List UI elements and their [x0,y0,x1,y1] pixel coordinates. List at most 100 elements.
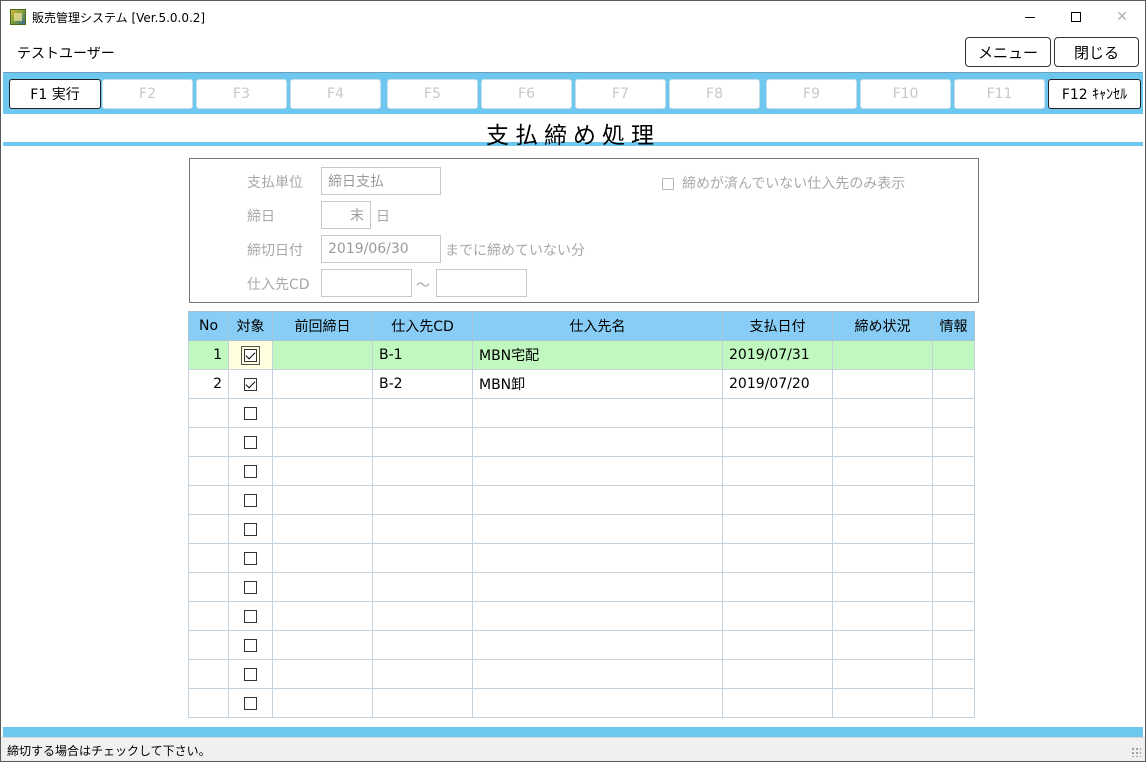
table-row[interactable] [188,514,975,544]
checkbox-icon[interactable] [244,551,257,565]
supplier-name-cell [472,630,723,660]
table-row[interactable]: 1 B-1 MBN宅配 2019/07/31 [188,340,975,370]
title-bar: 販売管理システム [Ver.5.0.0.2] ✕ [1,1,1145,33]
fkey-f7-button[interactable]: F7 [575,79,666,109]
row-checkbox[interactable] [228,456,273,486]
fkey-f12-button[interactable]: F12 ｷｬﾝｾﾙ [1048,79,1141,109]
checkbox-icon[interactable] [244,696,257,710]
table-row[interactable] [188,456,975,486]
fkey-f4-button[interactable]: F4 [290,79,381,109]
checkbox-icon[interactable] [244,667,257,681]
row-checkbox[interactable] [228,398,273,428]
supplier-cd-cell: B-1 [372,340,473,370]
row-checkbox[interactable] [228,543,273,573]
checkbox-icon[interactable] [244,406,257,420]
resize-grip-icon[interactable] [1131,747,1141,757]
supplier-cd-cell [372,485,473,515]
row-checkbox[interactable] [228,688,273,718]
info-cell [932,485,975,515]
row-number [188,688,229,718]
table-row[interactable] [188,688,975,718]
checkbox-icon[interactable] [244,377,257,391]
column-header[interactable]: 前回締日 [272,311,373,341]
menu-button[interactable]: メニュー [965,37,1051,67]
prev-close-cell [272,688,373,718]
pay-date-cell [722,543,833,573]
supplier-cd-cell [372,659,473,689]
supplier-cd-cell [372,601,473,631]
row-number [188,398,229,428]
row-checkbox[interactable] [228,572,273,602]
supplier-cd-cell [372,688,473,718]
maximize-button[interactable] [1053,1,1099,33]
pay-date-cell [722,514,833,544]
row-checkbox[interactable] [228,514,273,544]
fkey-f8-button[interactable]: F8 [669,79,760,109]
fkey-f11-button[interactable]: F11 [954,79,1045,109]
fkey-f10-button[interactable]: F10 [860,79,951,109]
row-checkbox[interactable] [228,659,273,689]
minimize-button[interactable] [1007,1,1053,33]
row-checkbox[interactable] [228,485,273,515]
fkey-f9-button[interactable]: F9 [766,79,857,109]
column-header[interactable]: 対象 [228,311,273,341]
column-header[interactable]: 情報 [932,311,975,341]
row-checkbox[interactable] [228,630,273,660]
table-row[interactable]: 2 B-2 MBN卸 2019/07/20 [188,369,975,399]
window-close-button[interactable]: ✕ [1099,1,1145,33]
row-checkbox[interactable] [228,601,273,631]
column-header[interactable]: 仕入先名 [472,311,723,341]
column-header[interactable]: 仕入先CD [372,311,473,341]
info-cell [932,427,975,457]
page-title-bar: 支払締め処理 [3,114,1143,149]
column-header[interactable]: No [188,311,229,341]
table-row[interactable] [188,630,975,660]
fkey-f1-button[interactable]: F1 実行 [9,79,101,109]
checkbox-icon[interactable] [244,638,257,652]
supplier-cd-to-input[interactable] [436,269,527,297]
checkbox-icon[interactable] [241,345,260,365]
column-header[interactable]: 締め状況 [832,311,933,341]
prev-close-cell [272,456,373,486]
supplier-name-cell [472,572,723,602]
supplier-name-cell [472,659,723,689]
info-cell [932,572,975,602]
column-header[interactable]: 支払日付 [722,311,833,341]
closing-day-input[interactable]: 末 [321,201,371,229]
supplier-cd-from-input[interactable] [321,269,412,297]
unclosed-only-checkbox[interactable] [662,178,674,190]
row-number [188,427,229,457]
checkbox-icon[interactable] [244,435,257,449]
table-row[interactable] [188,543,975,573]
pay-date-cell [722,485,833,515]
prev-close-cell [272,485,373,515]
table-row[interactable] [188,572,975,602]
prev-close-cell [272,514,373,544]
info-cell [932,398,975,428]
checkbox-icon[interactable] [244,493,257,507]
page-title: 支払締め処理 [486,123,660,149]
pay-date-cell: 2019/07/20 [722,369,833,399]
checkbox-icon[interactable] [244,464,257,478]
table-row[interactable] [188,485,975,515]
close-button[interactable]: 閉じる [1054,37,1139,67]
fkey-f5-button[interactable]: F5 [387,79,478,109]
row-checkbox[interactable] [228,340,273,370]
fkey-f3-button[interactable]: F3 [196,79,287,109]
filter-panel: 支払単位 締日支払 締日 末 日 締切日付 2019/06/30 までに締めてい… [189,158,979,303]
prev-close-cell [272,630,373,660]
row-checkbox[interactable] [228,369,273,399]
table-row[interactable] [188,427,975,457]
fkey-f2-button[interactable]: F2 [102,79,193,109]
checkbox-icon[interactable] [244,609,257,623]
payment-unit-select[interactable]: 締日支払 [321,167,441,195]
supplier-cd-cell [372,543,473,573]
checkbox-icon[interactable] [244,522,257,536]
fkey-f6-button[interactable]: F6 [481,79,572,109]
table-row[interactable] [188,659,975,689]
table-row[interactable] [188,398,975,428]
row-checkbox[interactable] [228,427,273,457]
checkbox-icon[interactable] [244,580,257,594]
cutoff-date-input[interactable]: 2019/06/30 [321,235,441,263]
table-row[interactable] [188,601,975,631]
